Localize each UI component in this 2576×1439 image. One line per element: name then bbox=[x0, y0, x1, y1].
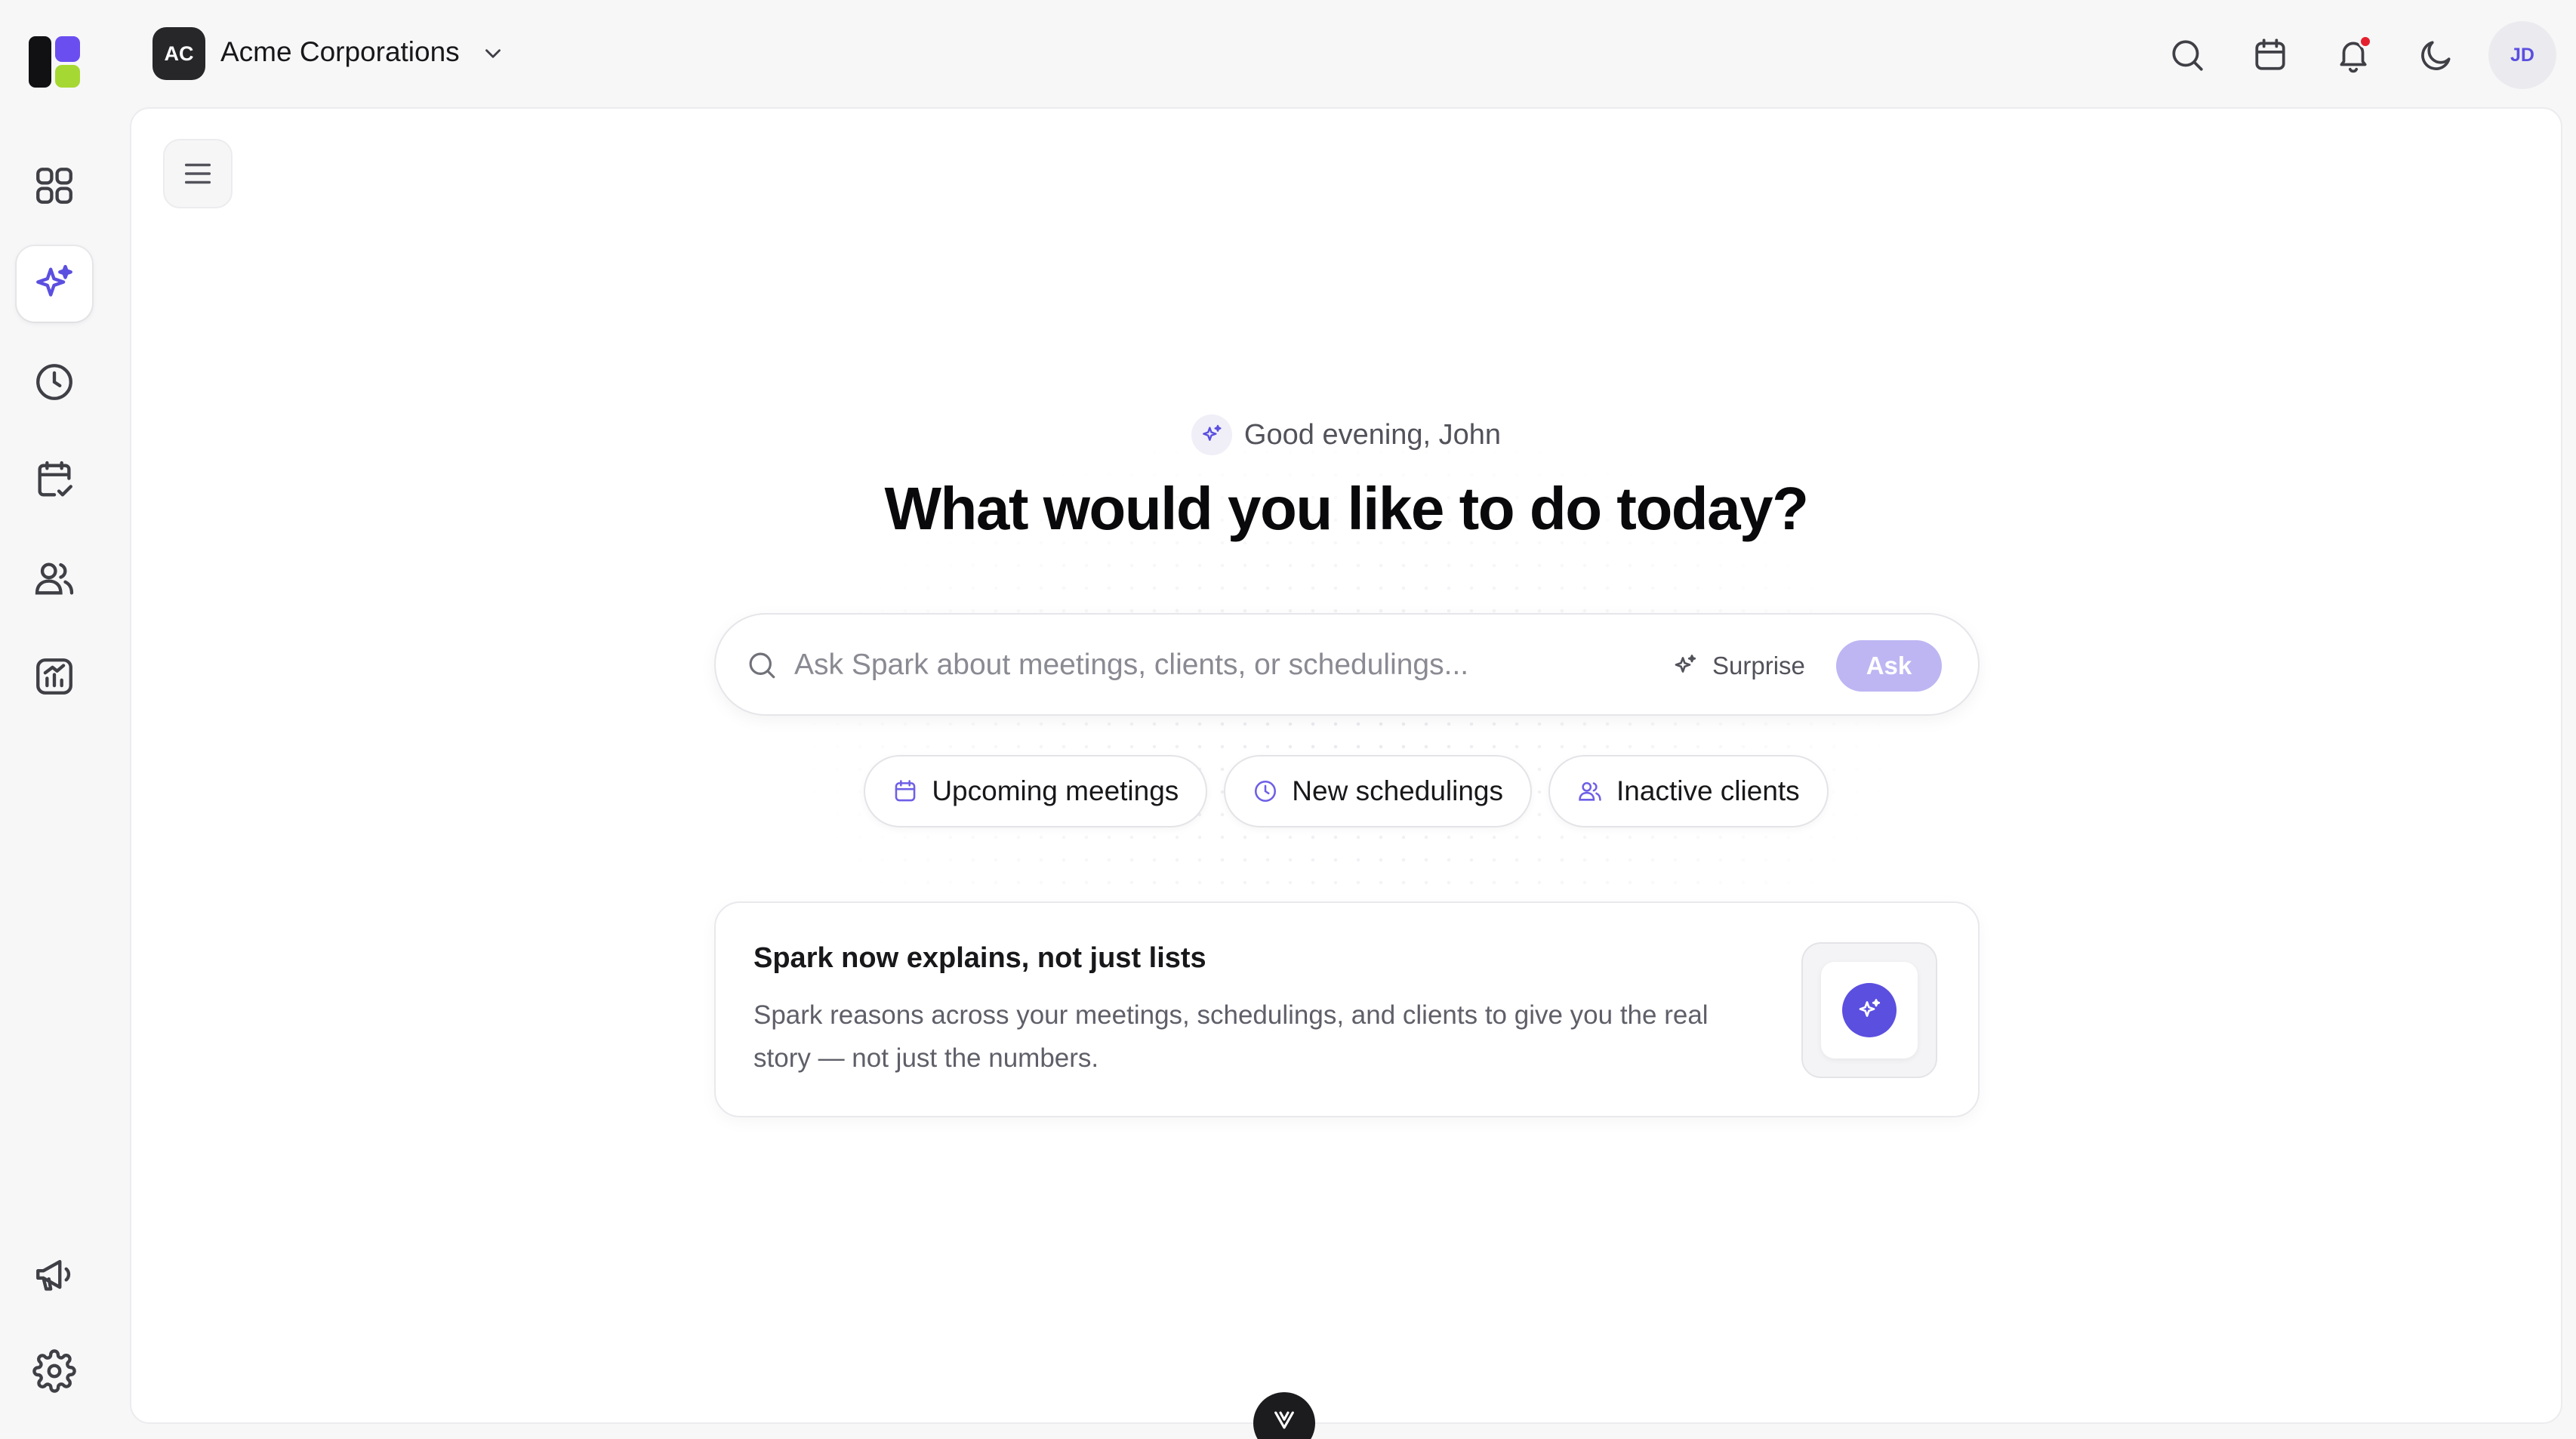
clock-icon bbox=[1255, 780, 1277, 803]
chip-new-schedulings[interactable]: New schedulings bbox=[1224, 755, 1533, 827]
card-illustration-inner bbox=[1821, 962, 1918, 1058]
nav-announcements[interactable] bbox=[17, 1237, 92, 1312]
users-icon bbox=[35, 562, 74, 595]
nav-dashboard[interactable] bbox=[17, 148, 92, 223]
spark-search-bar: Surprise Ask bbox=[714, 613, 1980, 716]
nav-schedule[interactable] bbox=[17, 442, 92, 518]
grid-icon bbox=[36, 168, 72, 204]
suggestion-chips: Upcoming meetings New schedulings Inacti… bbox=[131, 755, 2561, 827]
calendar-button[interactable] bbox=[2244, 29, 2297, 82]
search-icon bbox=[2172, 40, 2203, 71]
main-panel: Good evening, John What would you like t… bbox=[130, 107, 2562, 1424]
nav-history[interactable] bbox=[17, 344, 92, 420]
chip-label: New schedulings bbox=[1292, 775, 1504, 806]
search-button[interactable] bbox=[2161, 29, 2214, 82]
ask-button[interactable]: Ask bbox=[1836, 640, 1942, 692]
card-body: Spark reasons across your meetings, sche… bbox=[753, 1000, 1709, 1073]
users-icon bbox=[1579, 781, 1601, 801]
calendar-icon bbox=[2255, 39, 2285, 70]
chip-inactive-clients[interactable]: Inactive clients bbox=[1548, 755, 1829, 827]
org-badge[interactable]: AC bbox=[153, 27, 205, 80]
surprise-label: Surprise bbox=[1712, 652, 1805, 679]
search-icon bbox=[749, 652, 775, 679]
page-headline: What would you like to do today? bbox=[884, 475, 1809, 542]
gear-icon bbox=[32, 1349, 76, 1393]
chevron-down-icon[interactable] bbox=[480, 41, 506, 66]
logo-mark-icon bbox=[29, 36, 80, 88]
card-illustration bbox=[1801, 942, 1937, 1078]
sparkles-icon bbox=[1675, 655, 1696, 673]
chip-upcoming-meetings[interactable]: Upcoming meetings bbox=[864, 755, 1208, 827]
v-logo-icon bbox=[1274, 1411, 1294, 1429]
feature-announcement-card[interactable]: Spark now explains, not just lists Spark… bbox=[714, 901, 1980, 1117]
nav-clients[interactable] bbox=[17, 541, 92, 616]
chart-icon bbox=[36, 658, 72, 695]
greeting-text: Good evening, John bbox=[1243, 418, 1502, 451]
user-avatar[interactable]: JD bbox=[2488, 21, 2556, 89]
org-switcher-name[interactable]: Acme Corporations bbox=[220, 36, 460, 68]
surprise-button[interactable]: Surprise bbox=[1662, 642, 1814, 690]
left-rail bbox=[0, 0, 130, 1439]
greeting-sparkles-icon bbox=[1191, 414, 1232, 455]
notification-dot bbox=[2359, 35, 2372, 48]
card-title: Spark now explains, not just lists bbox=[753, 942, 1206, 974]
sparkles-icon bbox=[36, 264, 72, 297]
chip-label: Inactive clients bbox=[1616, 775, 1800, 806]
spark-orb-icon bbox=[1842, 983, 1897, 1037]
nav-spark[interactable] bbox=[17, 246, 92, 322]
menu-toggle-button[interactable] bbox=[163, 139, 233, 208]
chip-label: Upcoming meetings bbox=[932, 775, 1179, 806]
nav-settings[interactable] bbox=[17, 1333, 92, 1409]
clock-icon bbox=[36, 364, 72, 400]
theme-toggle[interactable] bbox=[2410, 29, 2463, 82]
calendar-check-icon bbox=[38, 461, 72, 497]
notifications-button[interactable] bbox=[2327, 29, 2380, 82]
calendar-icon bbox=[895, 780, 916, 802]
megaphone-icon bbox=[36, 1259, 71, 1291]
app-logo[interactable] bbox=[29, 36, 80, 88]
menu-icon bbox=[184, 163, 211, 184]
spark-search-input[interactable] bbox=[794, 640, 1625, 690]
moon-icon bbox=[2421, 41, 2451, 70]
greeting: Good evening, John bbox=[131, 414, 2561, 455]
nav-analytics[interactable] bbox=[17, 639, 92, 714]
